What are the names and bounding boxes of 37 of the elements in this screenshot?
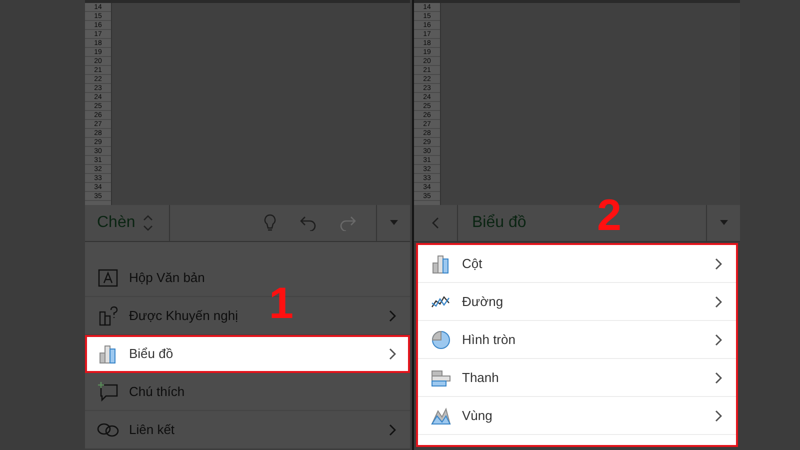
bar-chart-icon [431,368,451,386]
area-chart-icon [431,406,451,424]
column-chart-icon [432,254,450,274]
chevron-right-icon [388,310,396,322]
menu-item-label: Vùng [462,406,494,425]
menu-item-label: Cột [462,254,484,273]
link-icon [97,422,119,438]
back-chevron-icon[interactable] [432,217,440,229]
comment-icon [97,382,119,402]
menu-item-label: Được Khuyến nghị [129,306,240,325]
menu-item-label: Thanh [462,368,500,387]
chevron-right-icon [388,424,396,436]
chevron-right-icon [714,334,722,346]
pie-chart-icon [431,330,451,350]
menu-item-label: Chú thích [129,382,186,401]
menu-item-label: Đường [462,292,504,311]
chevron-right-icon [714,372,722,384]
line-chart-icon [431,294,451,310]
chevron-right-icon [714,296,722,308]
chevron-right-icon [714,410,722,422]
undo-icon[interactable] [300,215,316,231]
column-chart-icon [99,344,117,364]
lightbulb-icon[interactable] [264,214,276,232]
menu-item-label: Hộp Văn bản [129,268,206,287]
chevron-right-icon [714,258,722,270]
menu-item-label: Hình tròn [462,330,516,349]
menu-item-label: Biểu đồ [129,344,174,363]
caret-down-icon[interactable] [718,220,728,226]
caret-down-icon[interactable] [388,220,398,226]
up-down-chevron-icon [143,215,154,231]
text-box-icon [98,268,118,286]
chart-question-icon [98,306,118,326]
menu-item-label: Liên kết [129,420,176,439]
chevron-right-icon [388,348,396,360]
menu-item[interactable]: Biểu đồ [85,335,410,373]
step-number: 2 [597,194,622,238]
toolbar-title: Biểu đồ [472,213,526,233]
